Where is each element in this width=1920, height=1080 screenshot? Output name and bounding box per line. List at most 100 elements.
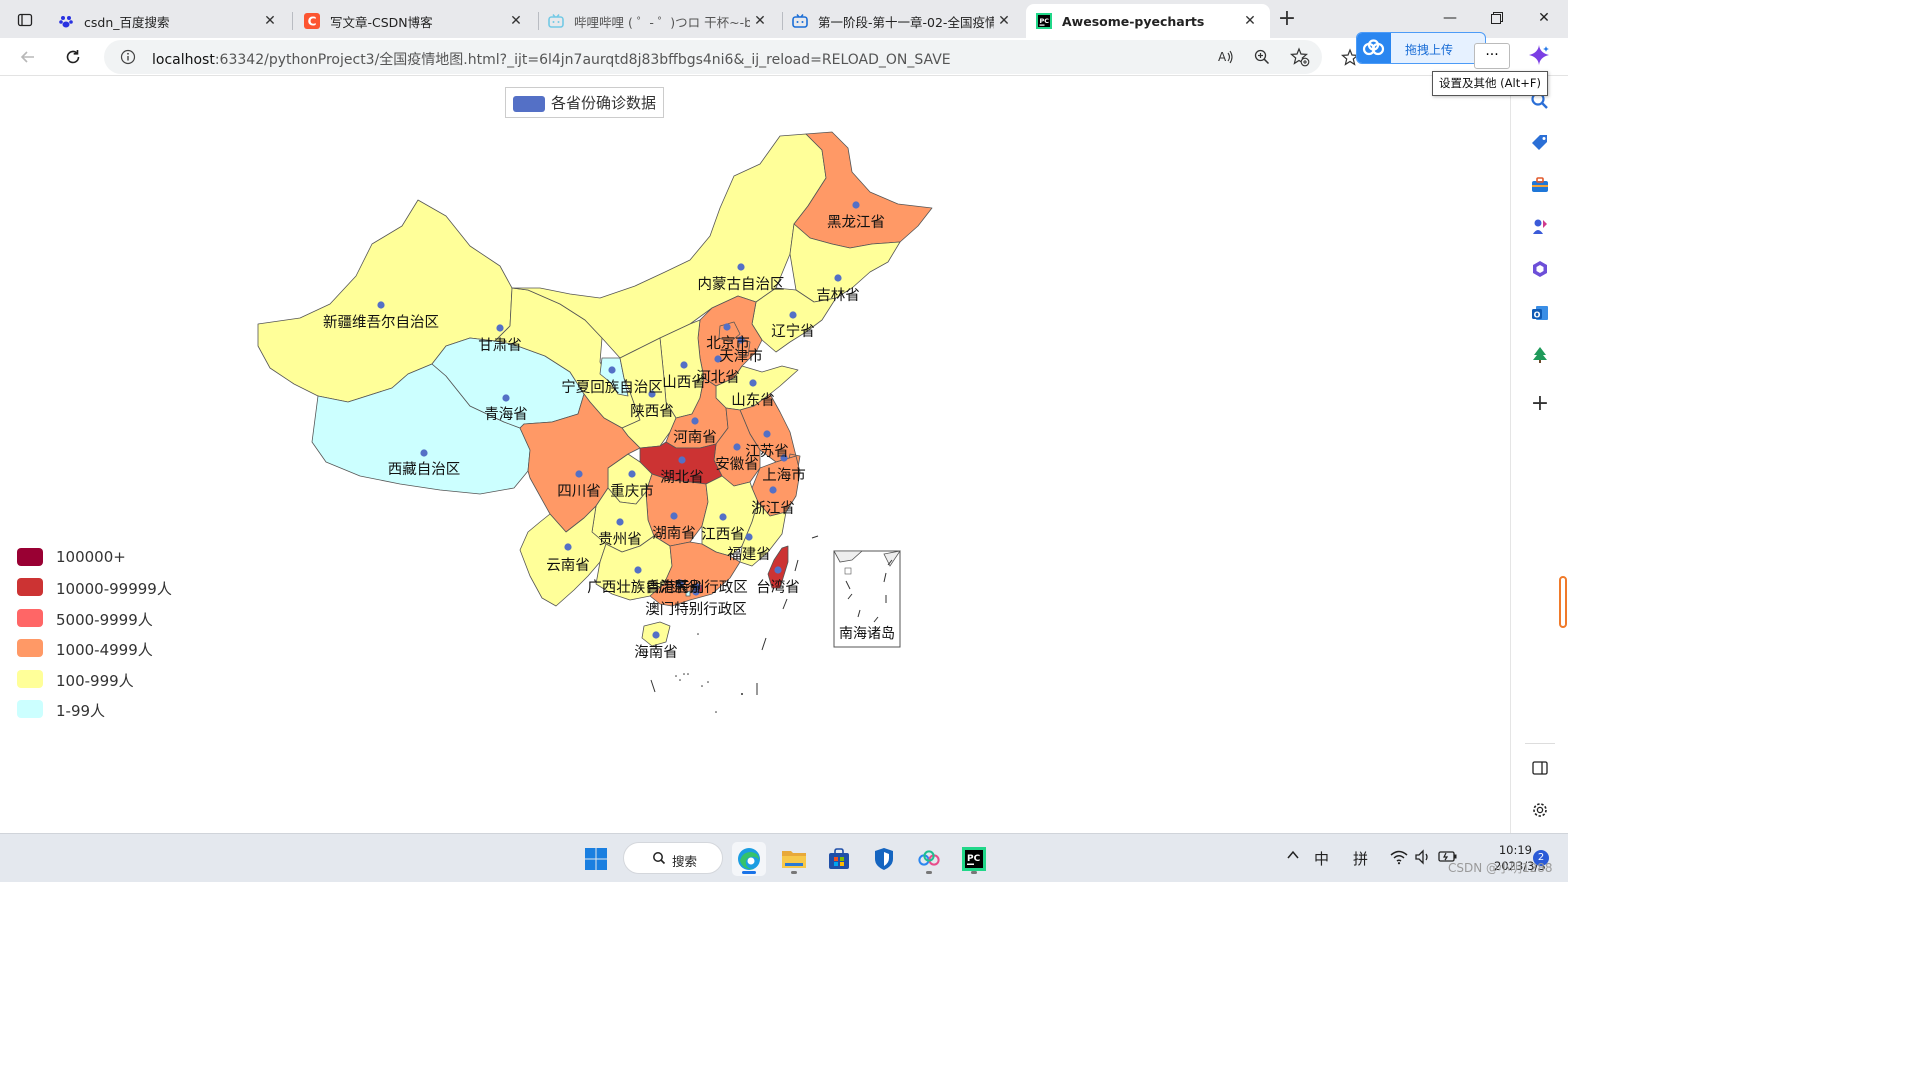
province-marker[interactable]: [678, 456, 686, 464]
tab-csdn[interactable]: C 写文章-CSDN博客 ✕: [294, 4, 536, 38]
pycharm-icon: PC: [1036, 13, 1052, 29]
tab-close-button[interactable]: ✕: [994, 13, 1014, 29]
series-legend-label: 各省份确诊数据: [551, 94, 657, 112]
province-marker[interactable]: [575, 470, 583, 478]
shopping-tag-icon[interactable]: [1529, 132, 1551, 154]
outlook-icon[interactable]: O: [1529, 302, 1551, 324]
games-icon[interactable]: [1529, 216, 1551, 238]
province-marker[interactable]: [608, 366, 616, 374]
scroll-position-indicator[interactable]: [1559, 576, 1567, 628]
series-legend[interactable]: 各省份确诊数据: [505, 87, 664, 118]
province-marker[interactable]: [834, 274, 842, 282]
province-label: 河南省: [673, 429, 717, 446]
zoom-icon[interactable]: [1252, 47, 1272, 67]
province-marker[interactable]: [634, 566, 642, 574]
visualmap-label: 100-999人: [56, 672, 134, 690]
folder-icon: [782, 851, 806, 868]
taskbar-pycharm[interactable]: PC: [957, 842, 991, 876]
province-label: 黑龙江省: [827, 214, 885, 231]
back-button[interactable]: [14, 44, 42, 70]
url-path: :63342/pythonProject3/全国疫情地图.html?_ijt=6…: [214, 52, 951, 68]
province-marker[interactable]: [680, 361, 688, 369]
province-marker[interactable]: [769, 486, 777, 494]
site-info-icon[interactable]: [118, 47, 138, 67]
province-marker[interactable]: [723, 323, 731, 331]
province-marker[interactable]: [733, 443, 741, 451]
toolbox-icon[interactable]: [1529, 174, 1551, 196]
taskbar-search-label: 搜索: [672, 854, 698, 869]
taskbar-search-box[interactable]: 搜索: [623, 842, 723, 874]
refresh-button[interactable]: [59, 44, 87, 70]
volume-icon[interactable]: [1414, 849, 1432, 869]
taskbar-defender[interactable]: [867, 842, 901, 876]
ime-language-indicator[interactable]: 中: [1314, 848, 1329, 869]
province-marker[interactable]: [502, 394, 510, 402]
tab-close-button[interactable]: ✕: [506, 13, 526, 29]
url-host: localhost: [152, 52, 215, 68]
svg-text:A: A: [1218, 50, 1227, 64]
province-marker[interactable]: [774, 566, 782, 574]
tab-actions-button[interactable]: [8, 8, 42, 32]
add-sidebar-app-icon[interactable]: +: [1529, 391, 1551, 416]
drag-upload-button[interactable]: 拖拽上传: [1356, 32, 1486, 64]
province-marker[interactable]: [737, 263, 745, 271]
province-marker[interactable]: [852, 201, 860, 209]
settings-and-more-button[interactable]: ···: [1474, 43, 1510, 69]
taskbar-baidu-netdisk[interactable]: [912, 842, 946, 876]
province-marker[interactable]: [670, 512, 678, 520]
tab-awesome-pyecharts[interactable]: PC Awesome-pyecharts ✕: [1026, 4, 1270, 38]
address-bar[interactable]: localhost:63342/pythonProject3/全国疫情地图.ht…: [104, 40, 1322, 74]
tab-close-button[interactable]: ✕: [260, 13, 280, 29]
add-favorite-icon[interactable]: [1290, 47, 1310, 67]
tab-baidu[interactable]: csdn_百度搜索 ✕: [48, 4, 290, 38]
province-marker[interactable]: [628, 470, 636, 478]
svg-text:PC: PC: [967, 854, 981, 864]
province-marker[interactable]: [749, 379, 757, 387]
province-marker[interactable]: [652, 631, 660, 639]
sidebar-settings-gear-icon[interactable]: [1529, 799, 1551, 821]
province-marker[interactable]: [420, 449, 428, 457]
read-aloud-icon[interactable]: A: [1216, 47, 1236, 67]
visualmap-label: 10000-99999人: [56, 580, 172, 598]
wifi-icon[interactable]: [1390, 849, 1408, 869]
csdn-watermark: CSDN @小明1288: [1448, 861, 1553, 875]
windows-taskbar: 搜索 PC 中 拼 10:19 2023/3/3 2: [0, 833, 1568, 882]
province-marker[interactable]: [763, 430, 771, 438]
province-marker[interactable]: [564, 543, 572, 551]
tab-bilibili-home[interactable]: 哔哩哔哩 ( ゜- ゜)つロ 干杯~-bilibi ✕: [538, 4, 780, 38]
close-window-button[interactable]: ✕: [1521, 6, 1567, 32]
restore-button[interactable]: [1474, 6, 1520, 32]
microsoft-store-icon: [829, 848, 849, 869]
start-button[interactable]: [579, 842, 613, 876]
visualmap-label: 5000-9999人: [56, 611, 153, 629]
province-marker[interactable]: [745, 533, 753, 541]
taskbar-edge[interactable]: [732, 842, 766, 876]
taskbar-store[interactable]: [822, 842, 856, 876]
new-tab-button[interactable]: +: [1275, 6, 1299, 34]
taskbar-file-explorer[interactable]: [777, 842, 811, 876]
province-marker[interactable]: [616, 518, 624, 526]
tray-overflow-icon[interactable]: [1286, 848, 1300, 866]
province-label: 云南省: [546, 557, 590, 574]
tab-close-button[interactable]: ✕: [750, 13, 770, 29]
province-marker[interactable]: [719, 513, 727, 521]
province-marker[interactable]: [496, 324, 504, 332]
drop-tree-icon[interactable]: [1529, 344, 1551, 366]
sidebar-divider: [1525, 743, 1555, 744]
province-label: 山西省: [662, 374, 706, 391]
ime-mode-indicator[interactable]: 拼: [1353, 848, 1368, 869]
province-marker[interactable]: [789, 311, 797, 319]
hide-sidebar-icon[interactable]: [1529, 757, 1551, 779]
province-marker[interactable]: [691, 417, 699, 425]
province-label: 吉林省: [816, 287, 860, 304]
minimize-button[interactable]: —: [1427, 6, 1473, 32]
running-app-indicator: [791, 871, 797, 874]
copilot-icon[interactable]: [1528, 44, 1550, 66]
tab-title: 写文章-CSDN博客: [330, 14, 433, 30]
province-marker[interactable]: [377, 301, 385, 309]
microsoft-365-icon[interactable]: [1529, 258, 1551, 280]
tab-close-button[interactable]: ✕: [1240, 13, 1260, 29]
province-label: 海南省: [634, 644, 678, 661]
tab-bilibili-video[interactable]: 第一阶段-第十一章-02-全国疫情 ✕: [782, 4, 1024, 38]
url-text[interactable]: localhost:63342/pythonProject3/全国疫情地图.ht…: [152, 49, 951, 69]
